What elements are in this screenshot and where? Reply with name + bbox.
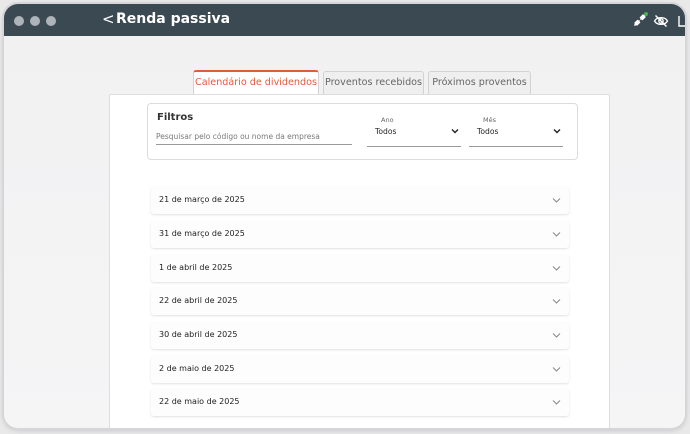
chevron-down-icon xyxy=(552,367,561,372)
list-item[interactable]: 2 de maio de 2025 xyxy=(151,356,569,383)
back-button[interactable]: < xyxy=(102,10,115,28)
menu-icon[interactable] xyxy=(676,13,685,29)
window-dot-maximize[interactable] xyxy=(46,16,56,26)
list-item[interactable]: 31 de março de 2025 xyxy=(151,221,569,248)
search-input[interactable] xyxy=(156,128,352,145)
list-item[interactable]: 22 de abril de 2025 xyxy=(151,288,569,315)
date-label: 30 de abril de 2025 xyxy=(159,330,238,339)
chevron-down-icon xyxy=(552,232,561,237)
year-select[interactable]: Ano Todos xyxy=(367,116,461,147)
list-item[interactable]: 1 de abril de 2025 xyxy=(151,255,569,282)
date-label: 22 de maio de 2025 xyxy=(159,397,240,406)
tab-proximos-proventos[interactable]: Próximos proventos xyxy=(428,71,531,94)
app-window: < Renda passiva Calendário de dividendos… xyxy=(4,4,685,428)
tab-calendario-dividendos[interactable]: Calendário de dividendos xyxy=(193,70,319,94)
list-item[interactable]: 30 de abril de 2025 xyxy=(151,322,569,349)
list-item[interactable]: 21 de março de 2025 xyxy=(151,187,569,214)
filters-title: Filtros xyxy=(157,112,194,123)
date-label: 2 de maio de 2025 xyxy=(159,364,235,373)
dividend-calendar-panel: Filtros Ano Todos Mês Todos xyxy=(109,94,610,428)
date-label: 21 de março de 2025 xyxy=(159,195,245,204)
year-select-label: Ano xyxy=(381,116,394,124)
chevron-down-icon xyxy=(552,266,561,271)
chevron-down-icon xyxy=(553,129,561,134)
list-item[interactable]: 22 de maio de 2025 xyxy=(151,389,569,416)
month-select[interactable]: Mês Todos xyxy=(469,116,563,147)
chevron-down-icon xyxy=(552,333,561,338)
sync-icon[interactable] xyxy=(632,12,648,28)
date-label: 22 de abril de 2025 xyxy=(159,296,238,305)
window-dot-minimize[interactable] xyxy=(30,16,40,26)
chevron-down-icon xyxy=(451,129,459,134)
window-dot-close[interactable] xyxy=(14,16,24,26)
page-title: Renda passiva xyxy=(116,11,231,27)
month-select-value: Todos xyxy=(477,127,499,136)
date-label: 1 de abril de 2025 xyxy=(159,263,233,272)
month-select-label: Mês xyxy=(483,116,496,124)
chevron-down-icon xyxy=(552,198,561,203)
chevron-down-icon xyxy=(552,299,561,304)
chevron-down-icon xyxy=(552,400,561,405)
year-select-value: Todos xyxy=(375,127,397,136)
eye-off-icon[interactable] xyxy=(653,13,669,29)
status-dot xyxy=(644,12,648,16)
tab-proventos-recebidos[interactable]: Proventos recebidos xyxy=(323,71,424,94)
filters-box: Filtros Ano Todos Mês Todos xyxy=(147,103,578,160)
title-bar: < Renda passiva xyxy=(4,4,685,36)
main-content: Calendário de dividendos Proventos receb… xyxy=(4,36,685,428)
date-label: 31 de março de 2025 xyxy=(159,229,245,238)
